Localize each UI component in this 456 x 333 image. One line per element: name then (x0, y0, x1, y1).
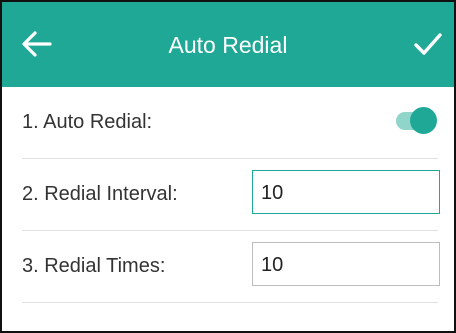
auto-redial-row: 1. Auto Redial: (2, 87, 454, 159)
toggle-knob (410, 107, 437, 134)
redial-times-input[interactable]: 10 (252, 242, 440, 286)
redial-interval-value: 10 (261, 182, 284, 204)
redial-times-row: 3. Redial Times: 10 (2, 231, 454, 303)
row-divider (22, 302, 438, 303)
confirm-button[interactable] (412, 28, 444, 60)
redial-interval-input[interactable]: 10 (252, 170, 440, 214)
header-bar: Auto Redial (2, 2, 454, 87)
auto-redial-screen: Auto Redial 1. Auto Redial: 2. Redial In… (0, 0, 456, 333)
redial-interval-label: 2. Redial Interval: (22, 183, 178, 205)
page-title: Auto Redial (168, 32, 288, 58)
checkmark-icon (414, 33, 442, 55)
redial-interval-row: 2. Redial Interval: 10 (2, 159, 454, 231)
redial-times-label: 3. Redial Times: (22, 255, 166, 277)
redial-times-value: 10 (261, 254, 284, 276)
auto-redial-toggle[interactable] (394, 106, 440, 136)
auto-redial-label: 1. Auto Redial: (22, 111, 153, 133)
